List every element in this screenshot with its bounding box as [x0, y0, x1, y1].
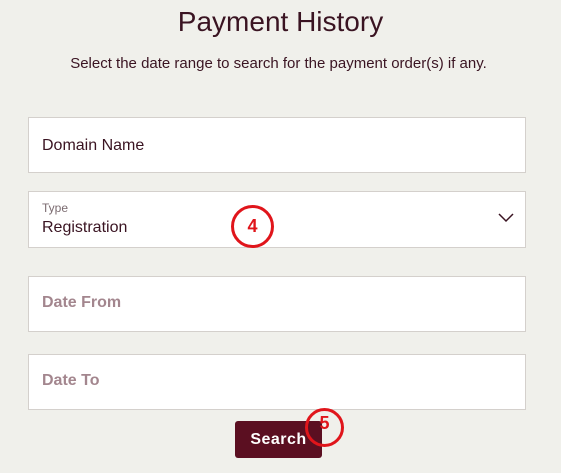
- date-to-placeholder: Date To: [42, 372, 100, 389]
- page-title: Payment History: [177, 6, 384, 37]
- date-from-field[interactable]: Date From: [28, 276, 526, 332]
- chevron-down-icon: [498, 213, 514, 223]
- date-from-placeholder: Date From: [42, 294, 122, 311]
- type-label: Type: [42, 201, 69, 215]
- domain-name-field[interactable]: Domain Name: [28, 117, 526, 173]
- page-subtitle: Select the date range to search for the …: [70, 55, 487, 72]
- search-button[interactable]: Search: [235, 421, 322, 458]
- date-to-field[interactable]: Date To: [28, 354, 526, 410]
- type-select[interactable]: Type Registration: [28, 191, 526, 248]
- domain-name-label: Domain Name: [42, 137, 145, 154]
- type-selected-value: Registration: [42, 219, 128, 236]
